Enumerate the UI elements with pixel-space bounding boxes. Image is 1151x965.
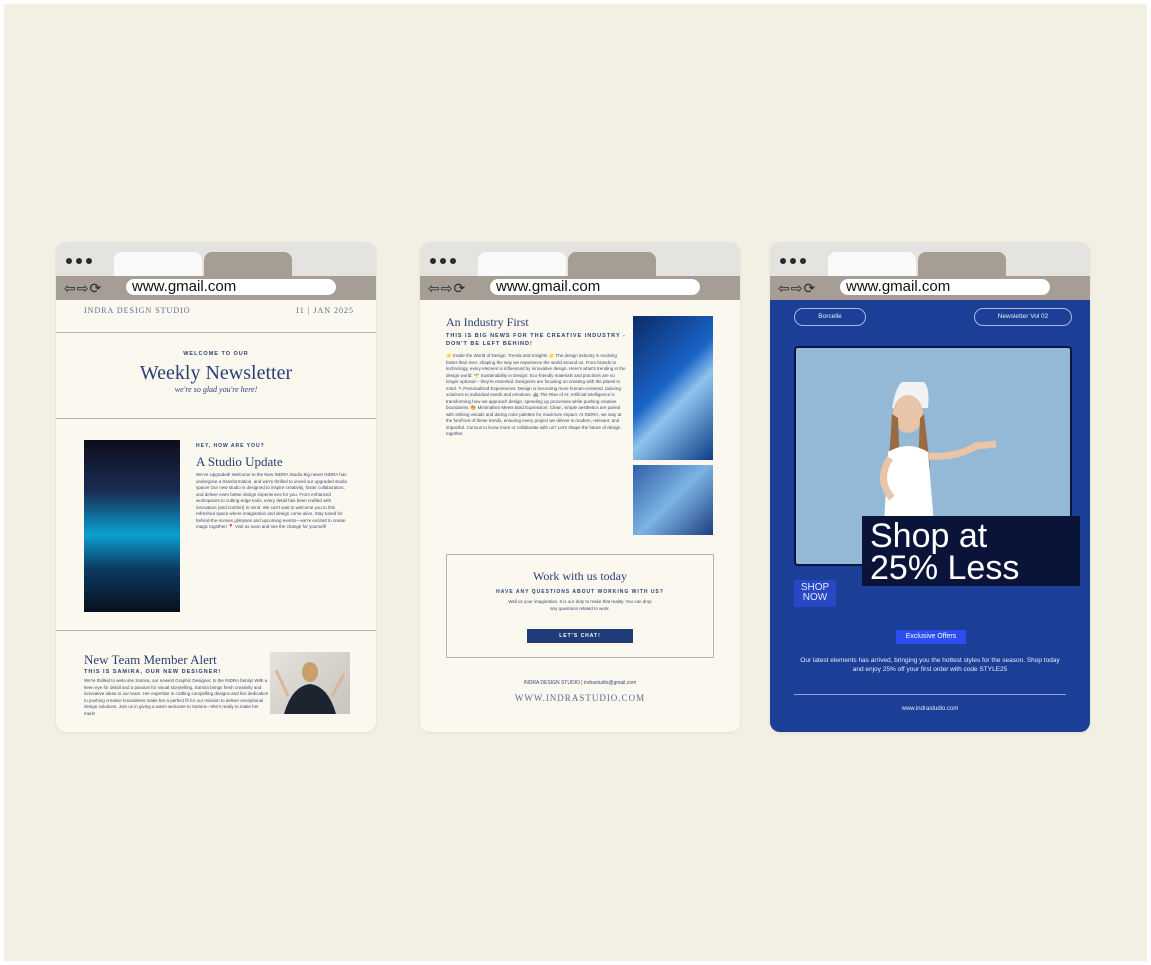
address-bar[interactable]: www.gmail.com	[840, 278, 1050, 295]
url-text: www.gmail.com	[496, 278, 601, 295]
promo-headline-line-1: Shop at	[870, 517, 988, 555]
browser-window-2: ⇦⇨⟳ www.gmail.com An Industry First THIS…	[420, 242, 740, 732]
address-bar[interactable]: www.gmail.com	[490, 278, 700, 295]
divider	[56, 418, 376, 419]
work-with-us-box: Work with us today HAVE ANY QUESTIONS AB…	[446, 554, 714, 658]
url-text: www.gmail.com	[132, 278, 237, 295]
browser-window-3: ⇦⇨⟳ www.gmail.com Borcelle Newsletter Vo…	[770, 242, 1090, 732]
work-title: Work with us today	[532, 569, 628, 583]
tab-active[interactable]	[828, 252, 916, 276]
newsletter-page-2: An Industry First THIS IS BIG NEWS FOR T…	[420, 300, 740, 732]
shop-now-line-2: NOW	[802, 592, 828, 603]
tab-strip	[770, 242, 1090, 276]
promo-description: Our latest elements has arrived, bringin…	[800, 657, 1060, 673]
divider	[794, 694, 1066, 695]
footer-url[interactable]: www.indrastudio.com	[770, 706, 1090, 712]
industry-subtitle: THIS IS BIG NEWS FOR THE CREATIVE INDUST…	[446, 333, 626, 347]
abstract-image-2	[633, 465, 713, 535]
industry-title: An Industry First	[446, 315, 529, 329]
update-body: We've Upgraded! Welcome to the New INDRA…	[196, 472, 347, 529]
footer-url[interactable]: WWW.INDRASTUDIO.COM	[420, 693, 740, 703]
studio-image	[84, 440, 180, 612]
team-title: New Team Member Alert	[84, 652, 217, 667]
divider	[56, 332, 376, 333]
tab-active[interactable]	[478, 252, 566, 276]
tab-active[interactable]	[114, 252, 202, 276]
divider	[56, 630, 376, 631]
window-controls[interactable]	[66, 258, 92, 264]
shop-now-button[interactable]: SHOP NOW	[794, 580, 836, 607]
work-question: HAVE ANY QUESTIONS ABOUT WORKING WITH US…	[496, 589, 664, 595]
window-controls[interactable]	[780, 258, 806, 264]
browser-toolbar: ⇦⇨⟳ www.gmail.com	[56, 276, 376, 300]
canvas-background: ⇦⇨⟳ www.gmail.com INDRA DESIGN STUDIO I1…	[4, 4, 1147, 961]
volume-pill[interactable]: Newsletter Vol 02	[974, 308, 1072, 326]
nav-arrows-reload-icon[interactable]: ⇦⇨⟳	[778, 279, 816, 297]
studio-name: INDRA DESIGN STUDIO	[84, 306, 191, 315]
address-bar[interactable]: www.gmail.com	[126, 278, 336, 295]
welcome-label: WELCOME TO OUR	[183, 351, 249, 357]
industry-body: 🌟 Inside the World of Design: Trends and…	[446, 353, 626, 436]
lets-chat-button[interactable]: LET'S CHAT!	[527, 629, 633, 643]
script-tagline: we're so glad you're here!	[174, 385, 258, 394]
nav-arrows-reload-icon[interactable]: ⇦⇨⟳	[64, 279, 102, 297]
window-controls[interactable]	[430, 258, 456, 264]
tab-inactive[interactable]	[204, 252, 292, 276]
exclusive-offers-button[interactable]: Exclusive Offers	[896, 630, 966, 644]
newsletter-page-1: INDRA DESIGN STUDIO I1 | JAN 2025 WELCOM…	[56, 300, 376, 732]
tab-inactive[interactable]	[568, 252, 656, 276]
tab-strip	[56, 242, 376, 276]
hey-label: HEY, HOW ARE YOU?	[196, 443, 265, 449]
issue-date: I1 | JAN 2025	[296, 306, 354, 315]
tab-inactive[interactable]	[918, 252, 1006, 276]
newsletter-title: Weekly Newsletter	[139, 362, 293, 384]
team-member-photo	[270, 652, 350, 714]
promo-headline: Shop at 25% Less	[862, 516, 1080, 586]
browser-window-1: ⇦⇨⟳ www.gmail.com INDRA DESIGN STUDIO I1…	[56, 242, 376, 732]
tab-strip	[420, 242, 740, 276]
team-subtitle: THIS IS SAMIRA, OUR NEW DESIGNER!	[84, 669, 222, 675]
promo-headline-line-2: 25% Less	[870, 549, 1020, 587]
footer-contact: INDRA DESIGN STUDIO | indrastudio@gmail.…	[523, 680, 637, 686]
nav-arrows-reload-icon[interactable]: ⇦⇨⟳	[428, 279, 466, 297]
team-body: We're thrilled to welcome Samira, our ne…	[84, 678, 269, 716]
abstract-image-1	[633, 316, 713, 460]
brand-pill[interactable]: Borcelle	[794, 308, 866, 326]
url-text: www.gmail.com	[846, 278, 951, 295]
browser-toolbar: ⇦⇨⟳ www.gmail.com	[420, 276, 740, 300]
newsletter-page-3: Borcelle Newsletter Vol 02 Shop at 25% L…	[770, 300, 1090, 732]
browser-toolbar: ⇦⇨⟳ www.gmail.com	[770, 276, 1090, 300]
update-title: A Studio Update	[196, 454, 283, 469]
work-body: Wall us your imagination. It is our duty…	[508, 599, 652, 611]
